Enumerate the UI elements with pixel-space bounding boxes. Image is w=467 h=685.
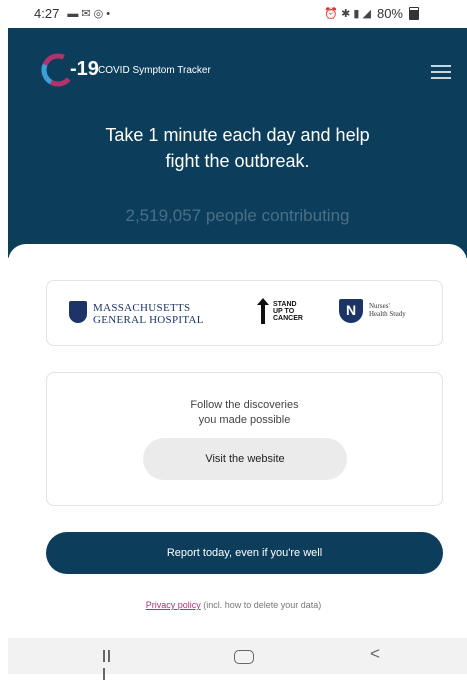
header: -19 COVID Symptom Tracker Take 1 minute … <box>8 28 467 258</box>
notification-icons: ▬ ✉ ◎ • <box>67 8 111 20</box>
system-nav-bar: < <box>8 638 467 680</box>
headline-text: Take 1 minute each day and help fight th… <box>105 125 370 171</box>
privacy-line: Privacy policy (incl. how to delete your… <box>0 600 467 610</box>
nhs-line1: Nurses' <box>369 302 390 310</box>
system-icons: ⏰ ✱ ▮ ◢ <box>324 8 371 20</box>
contributors-count: 2,519,057 people contributing <box>125 206 350 225</box>
battery-percent: 80% <box>376 6 403 21</box>
mgh-line1: MASSACHUSETTS <box>93 302 191 314</box>
su2c-line2: UP TO <box>273 308 295 315</box>
su2c-arrow-icon <box>257 298 269 324</box>
nhs-logo-text: Nurses' Health Study <box>369 302 406 318</box>
mgh-logo: MASSACHUSETTS GENERAL HOSPITAL <box>93 302 204 326</box>
nhs-line2: Health Study <box>369 310 406 318</box>
status-bar: 4:27 ▬ ✉ ◎ • ⏰ ✱ ▮ ◢ 80% <box>0 0 467 28</box>
visit-website-button[interactable]: Visit the website <box>143 438 347 480</box>
discoveries-text: Follow the discoveries you made possible <box>190 399 299 426</box>
nav-home-icon[interactable] <box>234 650 254 664</box>
privacy-policy-link[interactable]: Privacy policy <box>146 600 201 610</box>
status-time: 4:27 <box>34 6 60 21</box>
logo-number: -19 <box>70 58 99 80</box>
nav-back-icon[interactable]: < <box>370 644 380 664</box>
privacy-note: (incl. how to delete your data) <box>200 600 322 610</box>
partners-card: MASSACHUSETTS GENERAL HOSPITAL STAND UP … <box>46 280 443 346</box>
su2c-line1: STAND <box>273 301 297 308</box>
mgh-line2: GENERAL HOSPITAL <box>93 314 204 326</box>
nav-recents-icon[interactable] <box>103 649 117 680</box>
menu-icon[interactable] <box>431 65 451 79</box>
headline: Take 1 minute each day and help fight th… <box>8 122 467 174</box>
battery-icon <box>409 7 419 20</box>
report-today-button[interactable]: Report today, even if you're well <box>46 532 443 574</box>
mgh-shield-icon <box>69 301 87 323</box>
discoveries-card: Follow the discoveries you made possible… <box>46 372 443 506</box>
nhs-shield-icon: N <box>339 299 363 323</box>
app-name: COVID Symptom Tracker <box>98 65 211 76</box>
su2c-line3: CANCER <box>273 315 303 322</box>
